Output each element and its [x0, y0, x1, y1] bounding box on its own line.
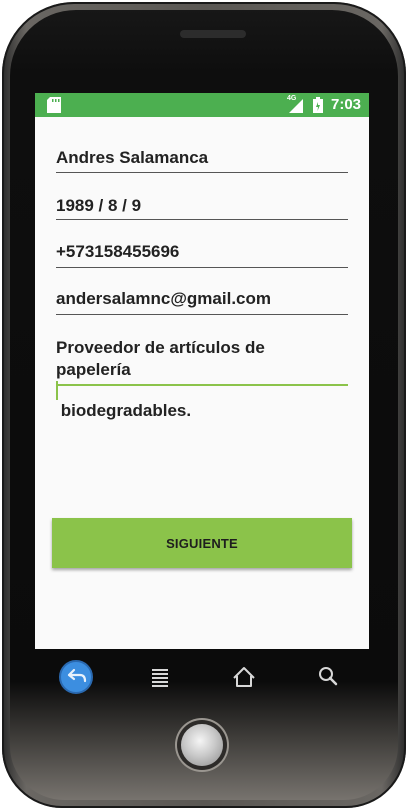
- search-icon[interactable]: [308, 655, 348, 699]
- battery-icon: [313, 97, 323, 113]
- hardware-home-button[interactable]: [181, 724, 223, 766]
- app-screen: 4G 7:03 Andres Salamanca 1989 / 8 / 9 +5…: [35, 93, 369, 649]
- menu-icon[interactable]: [140, 655, 180, 699]
- back-icon[interactable]: [58, 655, 98, 699]
- description-after-cursor: biodegradables.: [56, 401, 192, 420]
- status-time: 7:03: [331, 96, 362, 113]
- description-line-1: Proveedor de artículos de: [56, 338, 265, 357]
- description-field[interactable]: Proveedor de artículos de papelería biod…: [56, 337, 348, 420]
- home-icon[interactable]: [224, 655, 264, 699]
- sd-card-icon: [47, 97, 61, 113]
- name-field[interactable]: Andres Salamanca: [56, 148, 348, 173]
- birthdate-field[interactable]: 1989 / 8 / 9: [56, 196, 348, 220]
- phone-field-value: +573158455696: [56, 242, 180, 261]
- speaker-grille: [180, 30, 246, 38]
- email-field-value: andersalamnc@gmail.com: [56, 289, 271, 308]
- phone-field[interactable]: +573158455696: [56, 242, 348, 268]
- description-line-2: papelería biodegradables.: [56, 359, 348, 422]
- signal-icon: [289, 99, 303, 113]
- siguiente-button[interactable]: SIGUIENTE: [52, 518, 352, 568]
- email-field[interactable]: andersalamnc@gmail.com: [56, 289, 348, 315]
- navigation-bar: [0, 655, 409, 699]
- name-field-value: Andres Salamanca: [56, 148, 209, 167]
- description-before-cursor: papelería: [56, 360, 131, 379]
- text-cursor: [56, 381, 58, 400]
- birthdate-field-value: 1989 / 8 / 9: [56, 196, 142, 215]
- status-bar: 4G 7:03: [35, 93, 369, 117]
